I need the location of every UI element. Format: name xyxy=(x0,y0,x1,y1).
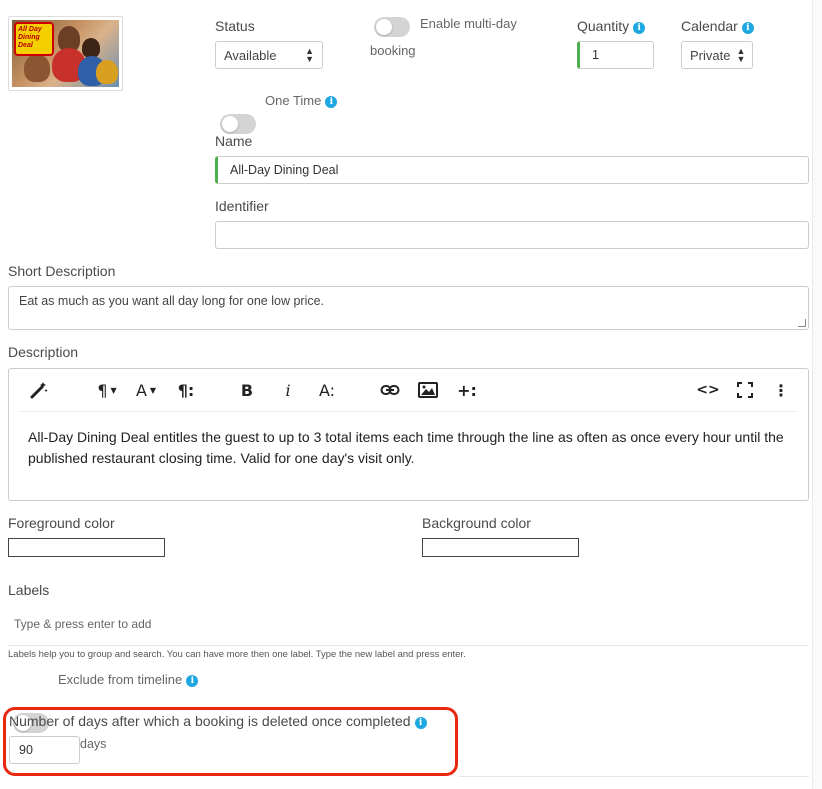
multiday-label-cont: booking xyxy=(370,43,416,58)
short-description-textarea[interactable]: Eat as much as you want all day long for… xyxy=(8,286,809,330)
paragraph-style-glyph: ¶: xyxy=(177,380,195,400)
calendar-value: Private xyxy=(690,47,731,63)
name-input[interactable]: All-Day Dining Deal xyxy=(215,156,809,184)
bold-button[interactable]: B xyxy=(235,379,259,401)
description-content[interactable]: All-Day Dining Deal entitles the guest t… xyxy=(28,427,788,469)
paragraph-format-button[interactable]: ¶ ▼ xyxy=(93,379,121,401)
quantity-label-text: Quantity xyxy=(577,18,630,34)
editor-toolbar: ¶ ▼ A ▼ ¶: B i A: +: <> ⋮ xyxy=(9,369,808,411)
foreground-color-input[interactable] xyxy=(8,538,165,557)
code-view-glyph: <> xyxy=(696,382,720,398)
name-label: Name xyxy=(215,133,253,149)
select-caret-icon: ▲ ▼ xyxy=(736,46,746,64)
quantity-input[interactable]: 1 xyxy=(577,41,654,69)
more-options-icon[interactable]: ⋮ xyxy=(771,379,791,401)
labels-label: Labels xyxy=(8,582,50,598)
italic-button[interactable]: i xyxy=(277,379,299,401)
identifier-label: Identifier xyxy=(215,198,269,214)
labels-input[interactable]: Type & press enter to add xyxy=(14,617,151,631)
calendar-label-text: Calendar xyxy=(681,18,738,34)
product-image[interactable]: All Day Dining Deal xyxy=(8,16,123,91)
info-icon[interactable]: i xyxy=(325,96,338,108)
multiday-toggle[interactable] xyxy=(374,17,410,37)
resize-handle-icon[interactable] xyxy=(798,319,806,327)
quantity-label: Quantity i xyxy=(577,18,646,34)
foreground-color-label: Foreground color xyxy=(8,515,115,531)
fullscreen-icon[interactable] xyxy=(733,379,757,401)
info-icon[interactable]: i xyxy=(633,22,646,34)
text-style-button[interactable]: A: xyxy=(314,379,340,401)
section-divider xyxy=(459,776,809,777)
one-time-label-text: One Time xyxy=(265,93,322,108)
magic-wand-icon[interactable] xyxy=(27,379,51,401)
labels-divider xyxy=(8,645,809,646)
dropdown-caret-icon: ▼ xyxy=(110,385,117,395)
bold-glyph: B xyxy=(240,380,254,400)
link-icon[interactable] xyxy=(378,379,402,401)
highlight-annotation xyxy=(3,707,458,776)
short-description-value: Eat as much as you want all day long for… xyxy=(19,294,325,308)
font-size-button[interactable]: A ▼ xyxy=(131,379,161,401)
image-icon[interactable] xyxy=(416,379,440,401)
description-editor[interactable]: ¶ ▼ A ▼ ¶: B i A: +: <> ⋮ All-Day Dining D… xyxy=(8,368,809,501)
more-options-glyph: ⋮ xyxy=(773,380,789,400)
italic-glyph: i xyxy=(285,380,291,400)
product-photo: All Day Dining Deal xyxy=(12,20,119,87)
font-size-glyph: A xyxy=(135,380,147,400)
exclude-timeline-label-text: Exclude from timeline xyxy=(58,672,183,687)
quantity-value: 1 xyxy=(592,48,599,62)
product-logo: All Day Dining Deal xyxy=(14,22,54,56)
status-value: Available xyxy=(224,47,277,63)
background-color-label: Background color xyxy=(422,515,531,531)
right-panel-edge xyxy=(812,0,822,789)
insert-more-button[interactable]: +: xyxy=(454,379,480,401)
exclude-timeline-label: Exclude from timeline i xyxy=(58,672,199,687)
name-value: All-Day Dining Deal xyxy=(230,163,339,177)
info-icon[interactable]: i xyxy=(741,22,754,34)
description-label: Description xyxy=(8,344,79,360)
labels-hint: Labels help you to group and search. You… xyxy=(8,649,466,660)
insert-more-glyph: +: xyxy=(457,380,477,400)
info-icon[interactable]: i xyxy=(186,675,199,687)
paragraph-format-glyph: ¶ xyxy=(97,380,108,400)
code-view-button[interactable]: <> xyxy=(695,379,721,401)
toolbar-divider xyxy=(19,411,798,412)
select-caret-icon: ▲ ▼ xyxy=(305,46,314,64)
dropdown-caret-icon: ▼ xyxy=(149,385,157,395)
multiday-label: Enable multi-day xyxy=(420,16,517,31)
status-label: Status xyxy=(215,18,255,34)
calendar-label: Calendar i xyxy=(681,18,754,34)
one-time-label: One Time i xyxy=(265,93,338,108)
identifier-input[interactable] xyxy=(215,221,809,249)
calendar-select[interactable]: Private ▲ ▼ xyxy=(681,41,753,69)
paragraph-style-button[interactable]: ¶: xyxy=(173,379,199,401)
text-style-glyph: A: xyxy=(318,380,336,400)
short-description-label: Short Description xyxy=(8,263,116,279)
status-select[interactable]: Available ▲ ▼ xyxy=(215,41,323,69)
one-time-toggle[interactable] xyxy=(220,114,256,134)
background-color-input[interactable] xyxy=(422,538,579,557)
